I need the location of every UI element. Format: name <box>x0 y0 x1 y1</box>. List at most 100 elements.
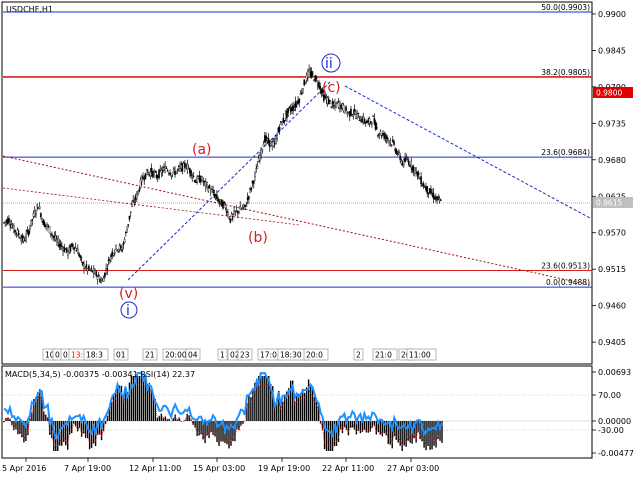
candle-body <box>341 103 344 109</box>
wave-label-v: (v) <box>119 286 138 302</box>
candle-body <box>339 101 341 109</box>
candle-body <box>83 263 85 269</box>
candle-body <box>217 198 219 202</box>
candle-body <box>137 190 139 194</box>
session-marks: 10 0 0 13:0018:3 01 21 20:00 04 1 02 23 17:0 18:30 20… <box>42 348 437 361</box>
candle-body <box>101 280 104 282</box>
candle-body <box>35 213 37 215</box>
candle-body <box>250 187 253 191</box>
candle-body <box>113 251 116 254</box>
candle-body <box>351 114 353 117</box>
candle-body <box>318 82 320 88</box>
session-mark-label: 11:00 <box>409 351 431 360</box>
candle-body <box>403 159 405 166</box>
candle-body <box>46 223 48 227</box>
main-chart-frame <box>1 1 593 365</box>
candle-body <box>229 218 232 223</box>
candle-body <box>207 188 210 192</box>
candle-body <box>388 140 390 144</box>
candle-body <box>277 127 280 132</box>
candle-body <box>288 106 291 109</box>
candle-body <box>246 197 249 200</box>
candle-body <box>214 194 217 197</box>
candle-body <box>81 261 84 266</box>
candle-body <box>49 233 52 235</box>
candle-body <box>234 210 237 213</box>
candle-body <box>24 240 26 242</box>
candle-body <box>309 72 312 76</box>
candle-body <box>372 115 374 117</box>
candle-body <box>348 111 351 117</box>
candle-body <box>41 218 43 222</box>
candle-body <box>329 100 331 102</box>
candle-body <box>426 186 429 194</box>
candle-body <box>19 237 21 239</box>
candle-body <box>287 108 290 113</box>
candle-body <box>414 167 416 174</box>
candle-body <box>353 109 356 112</box>
candle-body <box>134 195 137 200</box>
candle-body <box>236 210 239 214</box>
session-mark-label: 04 <box>188 351 198 360</box>
candle-body <box>294 101 297 108</box>
candle-body <box>185 167 187 169</box>
candle-body <box>233 210 235 215</box>
candle-body <box>182 162 185 164</box>
candle-body <box>197 176 200 179</box>
candle-body <box>357 112 360 115</box>
candle-body <box>36 204 39 207</box>
session-mark-label: 17:0 <box>260 351 277 360</box>
session-mark-label: 01 <box>116 351 126 360</box>
current-price-label: 0.9615 <box>596 199 622 208</box>
session-mark-label: 0 <box>63 351 68 360</box>
candle-body <box>400 160 403 164</box>
candle-body <box>406 159 409 161</box>
indicator-tick-label: 70.00 <box>598 391 621 400</box>
candle-body <box>17 233 20 236</box>
candle-body <box>86 268 89 272</box>
candle-body <box>179 166 181 169</box>
candle-body <box>326 97 329 104</box>
candle-body <box>346 112 349 115</box>
candle-body <box>29 228 31 231</box>
candle-body <box>51 234 53 236</box>
candle-body <box>312 73 314 75</box>
candle-body <box>425 186 427 191</box>
candle-body <box>120 245 122 248</box>
candle-body <box>421 185 424 187</box>
candle-body <box>275 138 277 145</box>
session-mark-label: 21 <box>145 351 155 360</box>
candle-body <box>260 148 262 155</box>
candle-body <box>378 134 381 136</box>
candle-body <box>264 135 266 143</box>
candle-body <box>116 249 118 252</box>
candle-body <box>25 233 27 239</box>
candle-body <box>363 118 366 123</box>
candle-body <box>380 135 383 137</box>
candle-body <box>90 267 93 270</box>
candle-body <box>84 267 87 270</box>
chart-canvas[interactable]: USDCHF,H1 50.0(0.9903) 38.2(0.9805) 23.6(0… <box>0 0 640 480</box>
candle-body <box>37 207 40 209</box>
candle-body <box>328 99 330 105</box>
candle-body <box>423 186 426 189</box>
candle-body <box>152 171 154 177</box>
candle-body <box>368 118 371 124</box>
wave-label-a: (a) <box>192 142 212 158</box>
candle-body <box>160 169 163 174</box>
candle-body <box>6 218 9 224</box>
candle-body <box>58 244 61 248</box>
candle-body <box>174 170 176 176</box>
price-tick-label: 0.9570 <box>598 229 626 238</box>
candle-body <box>166 169 169 172</box>
candle-body <box>395 149 398 154</box>
fib-level-label: 23.6(0.9684) <box>541 148 590 157</box>
candle-body <box>158 170 160 179</box>
candle-body <box>14 229 16 233</box>
session-mark-label: 20:00 <box>165 351 187 360</box>
candle-body <box>391 139 394 142</box>
candle-body <box>267 137 270 143</box>
candle-body <box>270 141 272 146</box>
candle-body <box>241 207 244 209</box>
wave-label-b: (b) <box>248 230 268 246</box>
